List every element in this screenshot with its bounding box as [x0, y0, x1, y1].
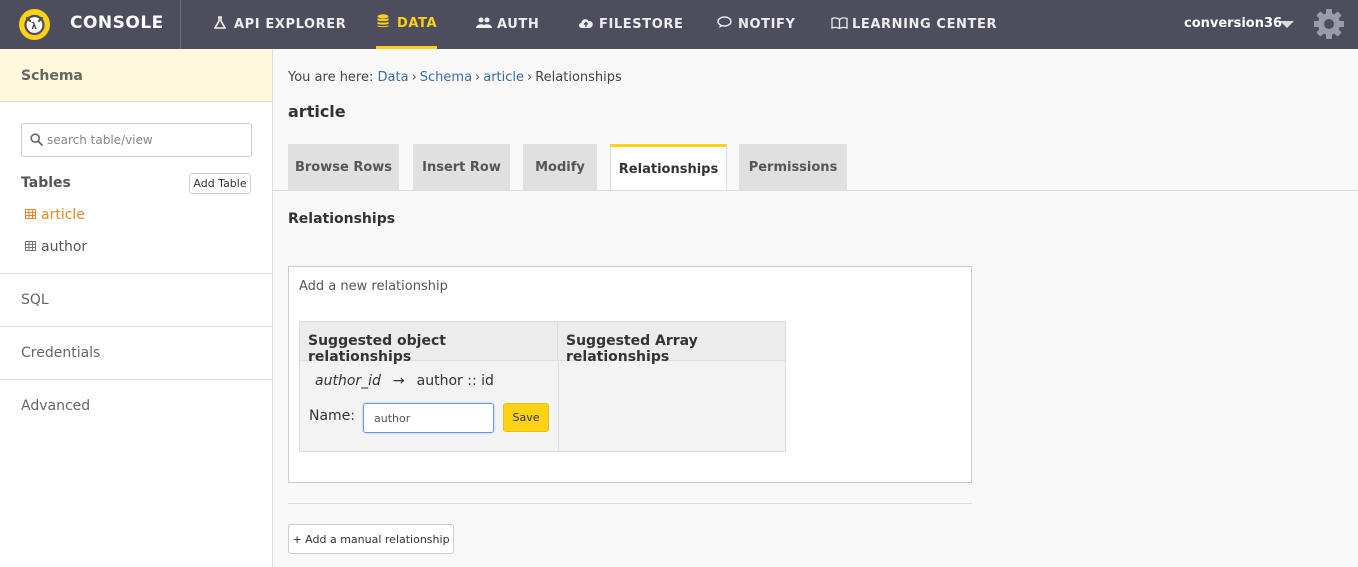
cloud-upload-icon — [578, 17, 593, 33]
arrow-icon: → — [392, 373, 405, 389]
breadcrumb: You are here: Data › Schema › article › Relati… — [288, 70, 622, 85]
add-manual-relationship-button[interactable]: + Add a manual relationship — [288, 524, 454, 554]
nav-notify[interactable]: NOTIFY — [717, 0, 796, 49]
breadcrumb-separator: › — [527, 70, 533, 85]
search-icon — [30, 133, 43, 150]
gear-icon[interactable] — [1313, 8, 1345, 44]
comment-icon — [717, 16, 732, 33]
add-relationship-panel: Add a new relationship Suggested object … — [288, 266, 972, 483]
sidebar-item-author[interactable]: author — [25, 239, 87, 255]
suggested-relationships-table: Suggested object relationships Suggested… — [299, 321, 786, 452]
nav-learning-center[interactable]: LEARNING CENTER — [831, 0, 997, 49]
console-home-link[interactable]: λ CONSOLE — [0, 0, 181, 49]
column-header-object: Suggested object relationships — [300, 322, 558, 365]
tabs-divider — [273, 190, 1358, 191]
tab-insert-row[interactable]: Insert Row — [413, 144, 510, 190]
nav-label: NOTIFY — [738, 17, 796, 32]
svg-text:λ: λ — [31, 22, 37, 32]
name-label: Name: — [309, 408, 356, 424]
users-icon — [476, 17, 492, 33]
app-title: CONSOLE — [70, 13, 164, 33]
sidebar: Schema Tables Add Table article author S… — [0, 49, 273, 567]
nav-label: FILESTORE — [599, 17, 684, 32]
breadcrumb-separator: › — [411, 70, 417, 85]
table-icon — [25, 207, 36, 223]
relationship-name-input[interactable] — [363, 403, 494, 433]
breadcrumb-separator: › — [475, 70, 481, 85]
nav-label: LEARNING CENTER — [852, 17, 998, 32]
breadcrumb-current: Relationships — [535, 70, 622, 85]
main-content: You are here: Data › Schema › article › Relati… — [273, 49, 1358, 567]
database-icon — [376, 14, 390, 32]
nav-auth[interactable]: AUTH — [476, 0, 539, 49]
tab-relationships[interactable]: Relationships — [610, 144, 727, 191]
add-table-button[interactable]: Add Table — [189, 173, 251, 194]
breadcrumb-link-article[interactable]: article — [483, 70, 524, 85]
logo-icon: λ — [19, 9, 50, 40]
sidebar-schema-header[interactable]: Schema — [0, 49, 272, 102]
sidebar-item-sql[interactable]: SQL — [0, 273, 272, 326]
from-column: author_id — [315, 373, 381, 389]
to-column: author :: id — [416, 373, 494, 389]
user-menu[interactable]: conversion36 — [1184, 16, 1282, 31]
tab-permissions[interactable]: Permissions — [739, 144, 847, 190]
sidebar-item-credentials[interactable]: Credentials — [0, 326, 272, 379]
breadcrumb-link-data[interactable]: Data — [378, 70, 409, 85]
section-title: Relationships — [288, 211, 396, 227]
page-title: article — [288, 102, 346, 121]
divider — [288, 503, 972, 504]
table-icon — [25, 239, 36, 255]
nav-label: AUTH — [497, 17, 540, 32]
breadcrumb-link-schema[interactable]: Schema — [420, 70, 472, 85]
top-nav-bar: λ CONSOLE API EXPLORER DATA AUTH FILESTO… — [0, 0, 1358, 49]
cell-divider — [558, 361, 559, 452]
tables-heading: Tables — [21, 175, 71, 191]
tab-browse-rows[interactable]: Browse Rows — [288, 144, 399, 190]
table-name: article — [41, 207, 85, 223]
save-button[interactable]: Save — [503, 403, 549, 432]
column-header-array: Suggested Array relationships — [558, 322, 785, 365]
chevron-down-icon[interactable] — [1280, 21, 1294, 28]
search-box — [21, 123, 252, 157]
relationship-mapping: author_id → author :: id — [315, 373, 494, 389]
panel-title: Add a new relationship — [299, 279, 448, 294]
sidebar-item-advanced[interactable]: Advanced — [0, 379, 272, 432]
search-table-input[interactable] — [47, 124, 247, 156]
book-icon — [831, 16, 848, 33]
nav-label: API EXPLORER — [234, 17, 347, 32]
breadcrumb-prefix: You are here: — [288, 70, 374, 85]
tab-modify[interactable]: Modify — [523, 144, 597, 190]
nav-data[interactable]: DATA — [376, 0, 438, 49]
flask-icon — [213, 16, 227, 33]
nav-api-explorer[interactable]: API EXPLORER — [213, 0, 346, 49]
nav-label: DATA — [397, 15, 438, 31]
sidebar-item-article[interactable]: article — [25, 207, 85, 223]
nav-filestore[interactable]: FILESTORE — [578, 0, 683, 49]
table-name: author — [41, 239, 88, 255]
